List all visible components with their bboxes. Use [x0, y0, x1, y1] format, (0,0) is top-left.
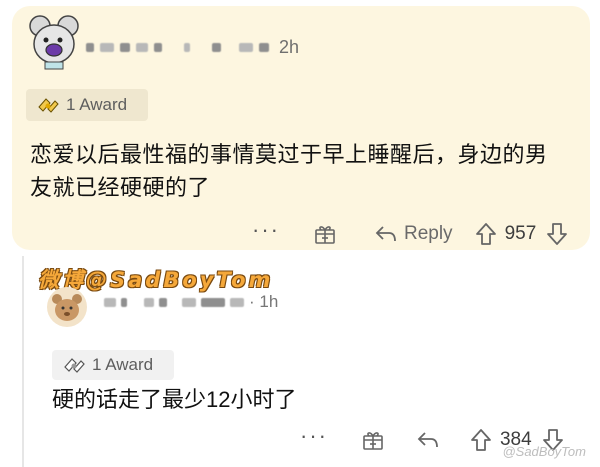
- reply-icon[interactable]: [416, 429, 440, 451]
- award-badge[interactable]: 1 Award: [52, 350, 174, 380]
- upvote-icon[interactable]: [475, 222, 497, 246]
- award-label: 1 Award: [66, 95, 128, 114]
- redacted-username: [100, 42, 114, 52]
- comment-actions: ··· Reply 957: [252, 219, 568, 247]
- redacted-username: [230, 297, 244, 307]
- reply-icon[interactable]: [374, 223, 398, 245]
- reply-button[interactable]: Reply: [404, 223, 453, 245]
- timestamp: · 1h: [249, 292, 279, 311]
- upvote-icon[interactable]: [470, 428, 492, 452]
- comment-card-2: 微博@SadBoyTom · 1h 1 Award 硬的话走了最少12小时了 ·…: [0, 250, 600, 467]
- avatar[interactable]: [46, 286, 88, 328]
- timestamp: 2h: [279, 36, 300, 57]
- redacted-username: [159, 297, 167, 307]
- award-icon: [38, 98, 59, 113]
- redacted-username: [182, 297, 196, 307]
- redacted-username: [120, 42, 130, 52]
- redacted-username: [239, 42, 253, 52]
- redacted-username: [259, 42, 269, 52]
- corner-watermark: @SadBoyTom: [502, 444, 586, 459]
- comment-card-1: 2h 1 Award 恋爱以后最性福的事情莫过于早上睡醒后，身边的男友就已经硬硬…: [12, 6, 590, 250]
- more-options-button[interactable]: ···: [300, 425, 328, 449]
- comment-body: 恋爱以后最性福的事情莫过于早上睡醒后，身边的男友就已经硬硬的了: [30, 142, 548, 200]
- redacted-username: [121, 297, 127, 307]
- give-award-icon[interactable]: [312, 221, 338, 247]
- avatar[interactable]: [28, 14, 80, 70]
- redacted-username: [144, 297, 154, 307]
- comment-body: 硬的话走了最少12小时了: [52, 387, 297, 412]
- redacted-username: [86, 42, 94, 52]
- redacted-username: [201, 297, 225, 307]
- redacted-username: [212, 42, 221, 52]
- more-options-button[interactable]: ···: [252, 219, 280, 243]
- redacted-username: [154, 42, 162, 52]
- timestamp-value: 1h: [259, 292, 279, 311]
- redacted-username: [104, 297, 116, 307]
- award-icon: [64, 358, 85, 373]
- redacted-username: [184, 42, 190, 52]
- vote-count: 957: [504, 223, 537, 244]
- downvote-icon[interactable]: [546, 222, 568, 246]
- give-award-icon[interactable]: [360, 427, 386, 453]
- comment-meta: 2h: [86, 36, 299, 58]
- redacted-username: [136, 42, 148, 52]
- award-badge[interactable]: 1 Award: [26, 89, 148, 121]
- award-label: 1 Award: [92, 355, 154, 374]
- comment-meta: · 1h: [104, 292, 278, 312]
